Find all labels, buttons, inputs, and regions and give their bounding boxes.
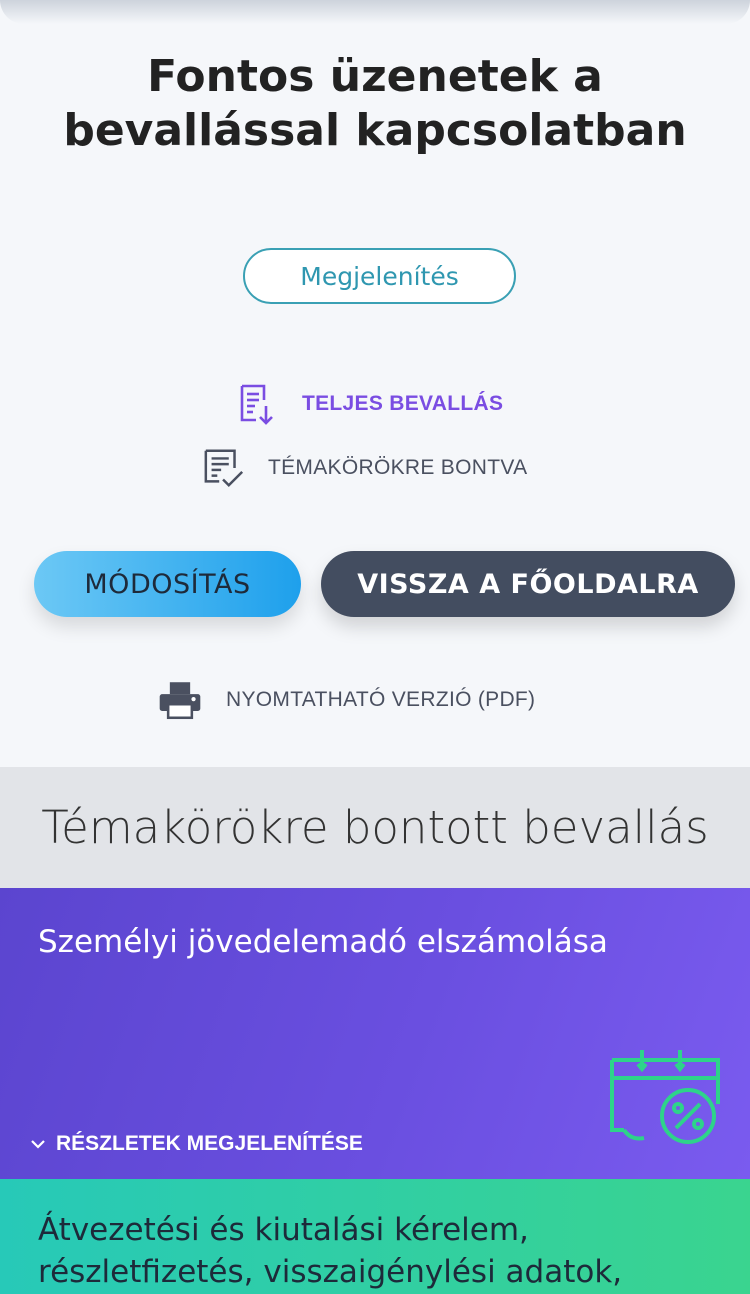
show-details-toggle[interactable]: RÉSZLETEK MEGJELENÍTÉSE xyxy=(30,1132,363,1156)
calendar-percent-icon xyxy=(606,1050,724,1151)
document-check-icon xyxy=(202,446,246,490)
modify-button[interactable]: MÓDOSÍTÁS xyxy=(34,551,301,617)
show-messages-button[interactable]: Megjelenítés xyxy=(243,248,516,304)
printer-icon xyxy=(158,678,202,722)
by-topics-label: TÉMAKÖRÖKRE BONTVA xyxy=(268,456,528,479)
section-header: Témakörökre bontott bevallás xyxy=(0,767,750,888)
card-title: Átvezetési és kiutalási kérelem, részlet… xyxy=(38,1212,623,1290)
card-personal-income-tax[interactable]: Személyi jövedelemadó elszámolása RÉSZLE… xyxy=(0,888,750,1179)
by-topics-link[interactable]: TÉMAKÖRÖKRE BONTVA xyxy=(202,446,527,490)
printable-pdf-link[interactable]: NYOMTATHATÓ VERZIÓ (PDF) xyxy=(158,678,535,722)
show-details-label: RÉSZLETEK MEGJELENÍTÉSE xyxy=(56,1132,363,1155)
back-home-button[interactable]: VISSZA A FŐOLDALRA xyxy=(321,551,735,617)
card-transfer-request[interactable]: Átvezetési és kiutalási kérelem, részlet… xyxy=(0,1179,750,1294)
full-return-label: TELJES BEVALLÁS xyxy=(302,392,504,415)
page-title: Fontos üzenetek a bevallással kapcsolatb… xyxy=(63,51,687,156)
printable-label: NYOMTATHATÓ VERZIÓ (PDF) xyxy=(226,688,536,711)
section-title: Témakörökre bontott bevallás xyxy=(41,801,709,854)
chevron-down-icon xyxy=(30,1138,46,1150)
full-return-link[interactable]: TELJES BEVALLÁS xyxy=(236,382,503,426)
top-header-shadow xyxy=(0,0,750,24)
document-download-icon xyxy=(236,382,280,426)
card-title: Személyi jövedelemadó elszámolása xyxy=(38,924,608,960)
